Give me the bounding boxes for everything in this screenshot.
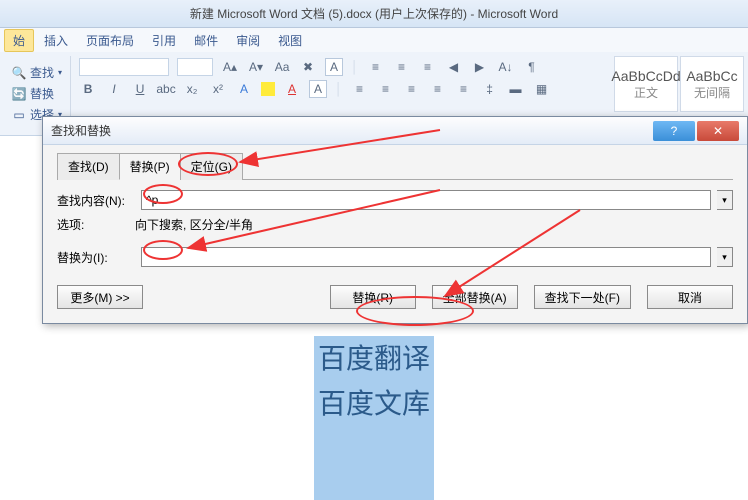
- more-button[interactable]: 更多(M) >>: [57, 285, 143, 309]
- tab-layout[interactable]: 页面布局: [78, 30, 142, 51]
- options-label: 选项:: [57, 216, 135, 233]
- tab-insert[interactable]: 插入: [36, 30, 76, 51]
- shading[interactable]: ▬: [507, 80, 525, 98]
- text-effects[interactable]: A: [235, 80, 253, 98]
- find-dropdown[interactable]: ▾: [717, 190, 733, 210]
- find-input[interactable]: [141, 190, 711, 210]
- replace-all-button[interactable]: 全部替换(A): [432, 285, 518, 309]
- selected-text: 百度翻译 百度文库: [314, 336, 434, 500]
- app-title: 新建 Microsoft Word 文档 (5).docx (用户上次保存的) …: [190, 5, 558, 22]
- app-titlebar: 新建 Microsoft Word 文档 (5).docx (用户上次保存的) …: [0, 0, 748, 28]
- find-icon: 🔍: [12, 66, 26, 80]
- find-button[interactable]: 🔍查找▾: [10, 63, 64, 82]
- replace-label: 替换为(I):: [57, 249, 135, 266]
- dialog-title: 查找和替换: [51, 122, 651, 139]
- char-shading[interactable]: A: [309, 80, 327, 98]
- align-left[interactable]: ≡: [351, 80, 369, 98]
- find-label: 查找内容(N):: [57, 192, 135, 209]
- dialog-titlebar[interactable]: 查找和替换 ? ✕: [43, 117, 747, 145]
- italic[interactable]: I: [105, 80, 123, 98]
- line-spacing[interactable]: ‡: [481, 80, 499, 98]
- underline[interactable]: U: [131, 80, 149, 98]
- style-normal[interactable]: AaBbCcDd正文: [614, 56, 678, 112]
- find-next-button[interactable]: 查找下一处(F): [534, 285, 631, 309]
- help-button[interactable]: ?: [653, 121, 695, 141]
- clear-format[interactable]: ✖: [299, 58, 317, 76]
- size-box[interactable]: [177, 58, 213, 76]
- tab-mailings[interactable]: 邮件: [186, 30, 226, 51]
- replace-input[interactable]: [141, 247, 711, 267]
- superscript[interactable]: x²: [209, 80, 227, 98]
- replace-button-dlg[interactable]: 替换(R): [330, 285, 416, 309]
- align-justify[interactable]: ≡: [429, 80, 447, 98]
- replace-icon: 🔄: [12, 87, 26, 101]
- borders[interactable]: ▦: [533, 80, 551, 98]
- multilevel[interactable]: ≡: [419, 58, 437, 76]
- shrink-font[interactable]: A▾: [247, 58, 265, 76]
- align-right[interactable]: ≡: [403, 80, 421, 98]
- select-icon: ▭: [12, 108, 26, 122]
- subscript[interactable]: x₂: [183, 80, 201, 98]
- close-button[interactable]: ✕: [697, 121, 739, 141]
- cancel-button[interactable]: 取消: [647, 285, 733, 309]
- grow-font[interactable]: A▴: [221, 58, 239, 76]
- change-case[interactable]: Aa: [273, 58, 291, 76]
- bullets[interactable]: ≡: [367, 58, 385, 76]
- indent-dec[interactable]: ◀: [445, 58, 463, 76]
- tab-goto-g[interactable]: 定位(G): [180, 153, 243, 180]
- replace-button[interactable]: 🔄替换: [10, 84, 64, 103]
- replace-dropdown[interactable]: ▾: [717, 247, 733, 267]
- align-dist[interactable]: ≡: [455, 80, 473, 98]
- tab-view[interactable]: 视图: [270, 30, 310, 51]
- char-border[interactable]: A: [325, 58, 343, 76]
- strike[interactable]: abc: [157, 80, 175, 98]
- font-color[interactable]: A: [283, 80, 301, 98]
- align-center[interactable]: ≡: [377, 80, 395, 98]
- find-replace-dialog: 查找和替换 ? ✕ 查找(D) 替换(P) 定位(G) 查找内容(N): ▾ 选…: [42, 116, 748, 324]
- show-marks[interactable]: ¶: [523, 58, 541, 76]
- tab-replace-p[interactable]: 替换(P): [119, 153, 181, 180]
- bold[interactable]: B: [79, 80, 97, 98]
- highlight[interactable]: [261, 82, 275, 96]
- tab-home[interactable]: 始: [4, 29, 34, 52]
- doc-line-2: 百度文库: [318, 383, 430, 428]
- doc-line-1: 百度翻译: [318, 338, 430, 383]
- tab-references[interactable]: 引用: [144, 30, 184, 51]
- ribbon-tabs: 始 插入 页面布局 引用 邮件 审阅 视图: [0, 28, 748, 52]
- tab-find-d[interactable]: 查找(D): [57, 153, 120, 180]
- font-box[interactable]: [79, 58, 169, 76]
- numbering[interactable]: ≡: [393, 58, 411, 76]
- sort[interactable]: A↓: [497, 58, 515, 76]
- dialog-tabs: 查找(D) 替换(P) 定位(G): [57, 153, 733, 180]
- style-nospacing[interactable]: AaBbCc无间隔: [680, 56, 744, 112]
- tab-review[interactable]: 审阅: [228, 30, 268, 51]
- options-value: 向下搜索, 区分全/半角: [135, 216, 253, 233]
- indent-inc[interactable]: ▶: [471, 58, 489, 76]
